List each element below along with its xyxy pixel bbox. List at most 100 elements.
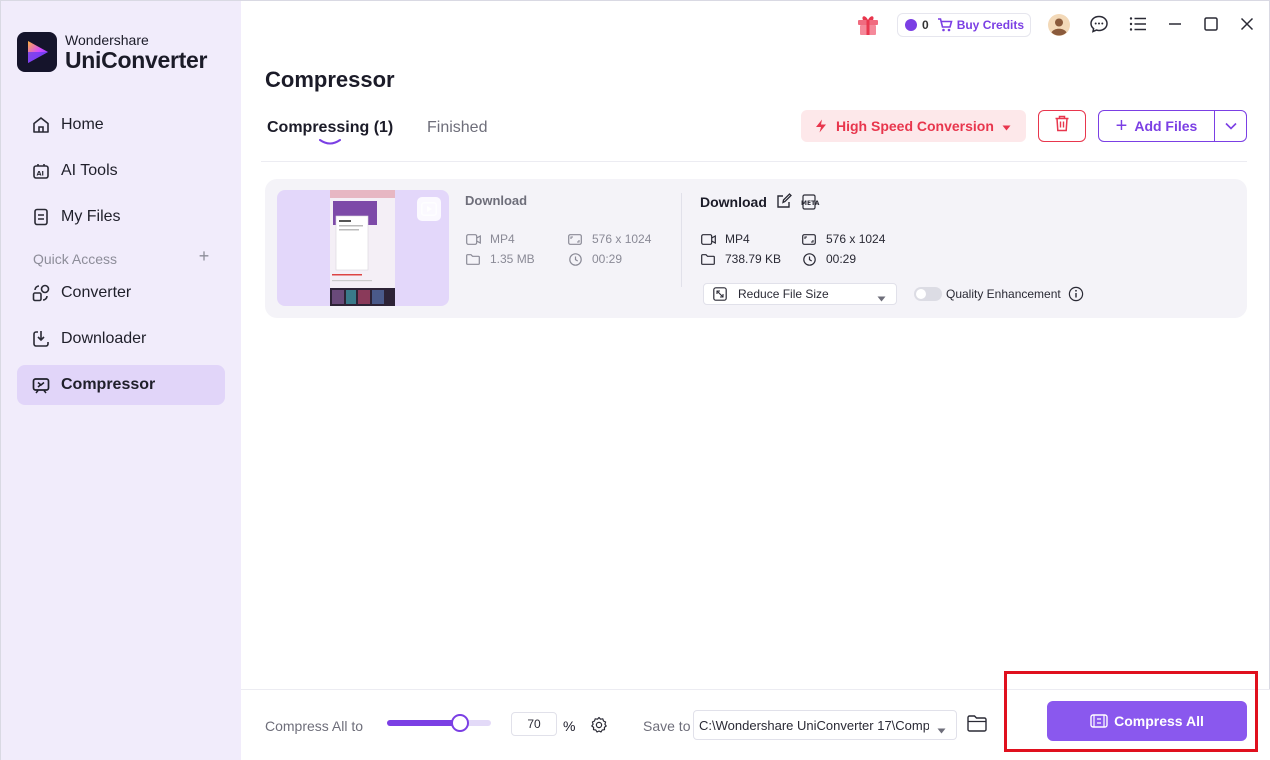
save-to-label: Save to [643,718,691,734]
tabs-divider [261,161,1247,162]
my-files-icon [30,206,52,228]
credits-box: 0 Buy Credits [897,13,1031,37]
tab-active-indicator [319,139,341,145]
caret-down-icon [1002,118,1011,134]
compression-preset-select[interactable]: Reduce File Size [703,283,897,305]
open-folder-icon[interactable] [967,715,987,735]
source-size: 1.35 MB [465,252,535,266]
clock-icon [801,252,817,266]
tab-finished[interactable]: Finished [427,119,487,137]
source-format: MP4 [465,232,515,246]
uniconverter-logo-icon [17,32,57,72]
sidebar-item-ai-tools[interactable]: AI AI Tools [17,151,225,191]
output-size: 738.79 KB [700,252,781,266]
quick-access-add-icon[interactable]: + [195,247,213,265]
sidebar-item-label: Home [61,116,104,133]
close-icon[interactable] [1237,14,1257,34]
minimize-icon[interactable] [1165,14,1185,34]
preset-value: Reduce File Size [738,287,829,301]
high-speed-conversion-button[interactable]: High Speed Conversion [801,110,1026,142]
sidebar: Wondershare UniConverter Home AI AI Tool… [1,1,241,760]
chevron-down-icon [1224,117,1237,135]
svg-text:AI: AI [37,170,44,178]
add-files-dropdown[interactable] [1215,111,1246,141]
caret-down-icon [877,291,886,305]
ai-tools-icon: AI [30,160,52,182]
sidebar-item-my-files[interactable]: My Files [17,197,225,237]
credit-coin-icon [905,19,917,31]
add-files-label: Add Files [1134,118,1198,134]
lightning-icon [815,119,827,133]
output-resolution-value: 576 x 1024 [826,232,886,246]
sidebar-item-label: My Files [61,208,121,225]
preset-icon [713,287,727,301]
video-icon [700,232,716,246]
home-icon [30,114,52,136]
compress-percent-input[interactable] [511,712,557,736]
info-icon[interactable] [1068,286,1084,302]
save-path-value: C:\Wondershare UniConverter 17\Compresse… [699,717,929,733]
page-title: Compressor [265,67,395,92]
add-files-button[interactable]: + Add Files [1098,110,1247,142]
sidebar-item-compressor[interactable]: Compressor [17,365,225,405]
maximize-icon[interactable] [1201,14,1221,34]
source-resolution: 576 x 1024 [567,232,651,246]
sidebar-item-downloader[interactable]: Downloader [17,319,225,359]
menu-icon[interactable] [1128,14,1148,34]
file-card: Download MP4 1.35 MB 576 x 1024 00:29 Do… [265,179,1247,318]
tab-compressing[interactable]: Compressing (1) [267,119,393,137]
buy-credits-link[interactable]: Buy Credits [957,18,1024,32]
save-path-select[interactable]: C:\Wondershare UniConverter 17\Compresse… [693,710,957,740]
metadata-icon[interactable]: META [800,193,820,211]
feedback-icon[interactable] [1089,14,1109,34]
source-format-value: MP4 [490,232,515,246]
trash-icon [1054,115,1070,137]
downloader-icon [30,328,52,350]
edit-icon[interactable] [776,193,794,211]
brand-company: Wondershare [65,32,149,48]
quality-enhancement-toggle[interactable] [914,287,942,301]
card-divider [681,193,682,287]
thumbnail-screenshot [330,190,395,306]
percent-sign: % [563,718,576,734]
compress-ratio-slider[interactable] [387,714,491,732]
video-icon [465,232,481,246]
high-speed-label: High Speed Conversion [836,118,994,134]
add-files-main[interactable]: + Add Files [1099,111,1215,141]
resolution-icon [801,232,817,246]
source-resolution-value: 576 x 1024 [592,232,652,246]
compress-all-button[interactable]: Compress All [1047,701,1247,741]
avatar[interactable] [1047,13,1071,37]
settings-gear-icon[interactable] [589,715,609,735]
slider-handle[interactable] [450,714,469,732]
quick-access-label: Quick Access [33,251,118,267]
output-duration-value: 00:29 [826,252,857,266]
title-bar: 0 Buy Credits [241,1,1269,47]
bottom-bar: Compress All to % Save to C:\Wondershare… [241,689,1270,760]
folder-icon [700,252,716,266]
compressor-icon [30,374,52,396]
cart-icon [937,18,953,32]
sidebar-item-label: Converter [61,284,132,301]
sidebar-item-converter[interactable]: Converter [17,273,225,313]
sidebar-item-home[interactable]: Home [17,105,225,145]
compress-icon [1090,714,1108,728]
clock-icon [567,252,583,266]
caret-down-icon [937,722,946,737]
output-file-name: Download [700,194,767,210]
play-icon[interactable] [417,197,441,221]
source-file-name: Download [465,193,528,208]
video-thumbnail[interactable] [277,190,449,306]
output-resolution: 576 x 1024 [801,232,885,246]
plus-icon: + [1115,115,1128,137]
delete-button[interactable] [1038,110,1086,142]
sidebar-item-label: Downloader [61,330,147,347]
output-format-value: MP4 [725,232,750,246]
gift-icon[interactable] [855,11,881,37]
source-size-value: 1.35 MB [490,252,535,266]
sidebar-item-label: Compressor [61,376,156,393]
output-format: MP4 [700,232,750,246]
brand-product: UniConverter [65,47,208,73]
svg-text:META: META [801,200,820,207]
source-duration-value: 00:29 [592,252,623,266]
